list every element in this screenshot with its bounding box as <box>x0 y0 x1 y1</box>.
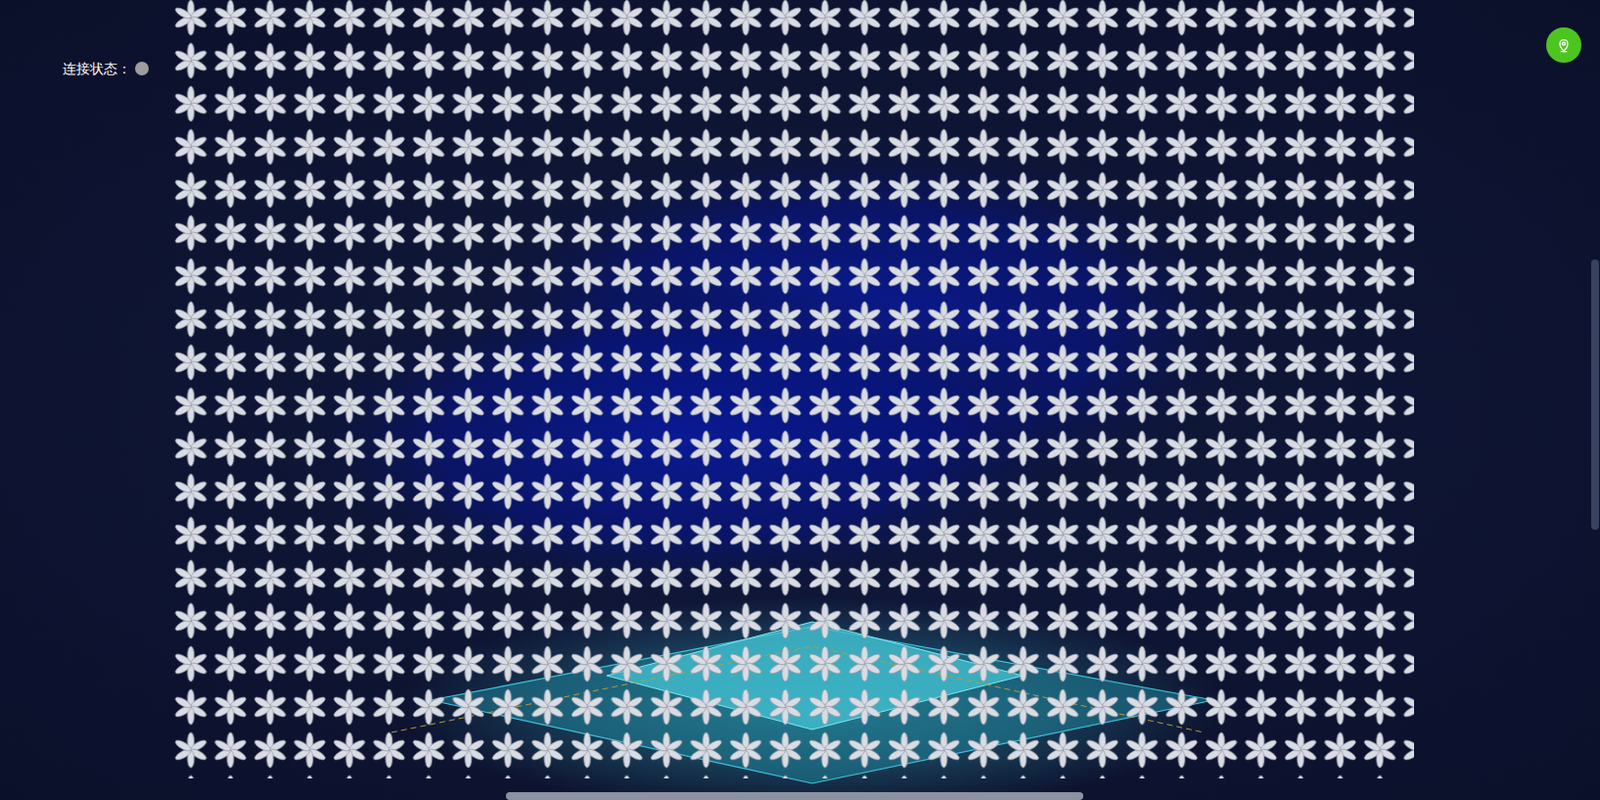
horizontal-scrollbar[interactable] <box>505 791 1084 800</box>
status-dot <box>135 61 149 76</box>
location-pin-icon <box>1555 37 1572 53</box>
status-label: 连接状态： <box>62 58 132 79</box>
scene[interactable]: 连接状态： <box>0 0 1600 800</box>
locate-button[interactable] <box>1546 27 1582 63</box>
connection-status: 连接状态： <box>62 56 149 81</box>
fan-array <box>171 0 1415 778</box>
scene-canvas[interactable] <box>0 0 1600 800</box>
vertical-scrollbar[interactable] <box>1591 259 1600 530</box>
